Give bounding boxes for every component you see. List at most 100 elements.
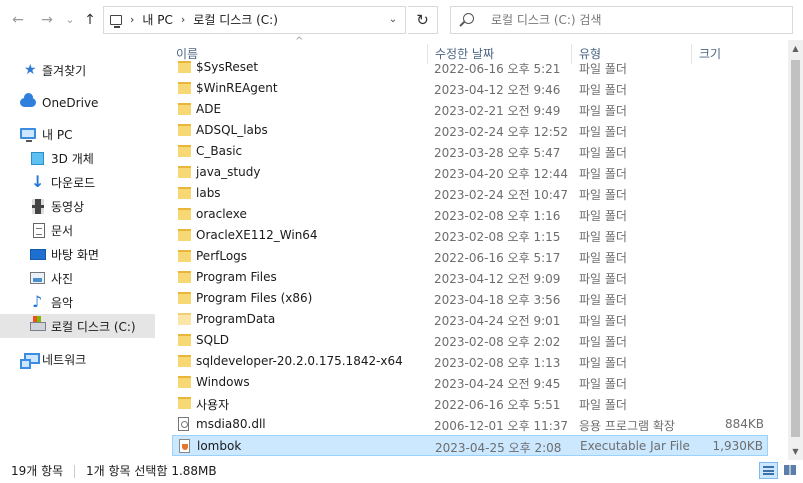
file-type: 파일 폴더 xyxy=(579,335,627,349)
forward-arrow-icon: → xyxy=(41,12,53,28)
file-row[interactable]: $WinREAgent 2023-04-12 오전 9:46 파일 폴더 xyxy=(172,78,768,99)
breadcrumb-item-drive[interactable]: 로컬 디스크 (C:) xyxy=(193,7,278,33)
file-name: C_Basic xyxy=(196,144,243,158)
scroll-up-icon[interactable]: ▲ xyxy=(788,40,803,57)
file-row-selected[interactable]: lombok 2023-04-25 오후 2:08 Executable Jar F… xyxy=(172,435,768,456)
file-name: java_study xyxy=(196,165,261,179)
file-date: 2023-03-28 오후 5:47 xyxy=(434,146,561,160)
sidebar-item-this-pc[interactable]: 내 PC xyxy=(0,122,155,146)
file-date: 2022-06-16 오후 5:21 xyxy=(434,62,561,76)
file-row[interactable]: PerfLogs 2022-06-16 오후 5:17 파일 폴더 xyxy=(172,246,768,267)
file-row[interactable]: OracleXE112_Win64 2023-02-08 오후 1:15 파일 폴더 xyxy=(172,225,768,246)
file-date: 2023-04-25 오후 2:08 xyxy=(435,441,562,455)
file-size: 1,930KB xyxy=(712,439,763,453)
back-arrow-icon: ← xyxy=(12,12,24,28)
folder-icon xyxy=(178,61,191,73)
file-date: 2023-02-08 오후 1:15 xyxy=(434,230,561,244)
file-date: 2023-02-08 오후 1:13 xyxy=(434,356,561,370)
vertical-scrollbar[interactable]: ▲ ▼ xyxy=(788,40,803,460)
file-row[interactable]: C_Basic 2023-03-28 오후 5:47 파일 폴더 xyxy=(172,141,768,162)
file-row[interactable]: oraclexe 2023-02-08 오후 1:16 파일 폴더 xyxy=(172,204,768,225)
sort-ascending-icon: ^ xyxy=(295,36,304,47)
file-type: 파일 폴더 xyxy=(579,377,627,391)
file-type: 파일 폴더 xyxy=(579,293,627,307)
picture-icon xyxy=(30,272,45,284)
details-view-button[interactable] xyxy=(759,462,778,479)
file-name: $SysReset xyxy=(196,60,259,74)
refresh-button[interactable]: ↻ xyxy=(408,6,438,34)
address-dropdown-button[interactable]: ⌄ xyxy=(381,7,405,33)
address-bar[interactable]: › 내 PC › 로컬 디스크 (C:) xyxy=(103,6,406,34)
file-row[interactable]: Program Files (x86) 2023-04-18 오후 3:56 파일 … xyxy=(172,288,768,309)
search-placeholder: 로컬 디스크 (C:) 검색 xyxy=(491,13,602,27)
file-row[interactable]: Program Files 2023-04-12 오전 9:09 파일 폴더 xyxy=(172,267,768,288)
sidebar-item-3d-objects[interactable]: 3D 개체 xyxy=(0,146,155,170)
file-date: 2023-02-24 오전 10:47 xyxy=(434,188,569,202)
breadcrumb-separator-icon: › xyxy=(180,13,186,26)
file-row[interactable]: labs 2023-02-24 오전 10:47 파일 폴더 xyxy=(172,183,768,204)
file-row[interactable]: msdia80.dll 2006-12-01 오후 11:37 응용 프로그램 확장… xyxy=(172,414,768,435)
navigation-pane: ★ 즐겨찾기 OneDrive 내 PC 3D 개체 ↓ 다운로드 동영상 문서… xyxy=(0,40,158,460)
sidebar-item-videos[interactable]: 동영상 xyxy=(0,194,155,218)
file-row[interactable]: ADE 2023-02-21 오전 9:49 파일 폴더 xyxy=(172,99,768,120)
file-row[interactable]: ProgramData 2023-04-24 오전 9:01 파일 폴더 xyxy=(172,309,768,330)
file-date: 2023-04-12 오전 9:46 xyxy=(434,83,561,97)
search-icon xyxy=(463,13,474,24)
file-name: labs xyxy=(196,186,221,200)
file-row[interactable]: java_study 2023-04-20 오후 12:44 파일 폴더 xyxy=(172,162,768,183)
file-row[interactable]: Windows 2023-04-24 오전 9:45 파일 폴더 xyxy=(172,372,768,393)
file-name: oraclexe xyxy=(196,207,247,221)
recent-locations-button[interactable]: ⌄ xyxy=(60,10,80,30)
cube-icon xyxy=(31,152,44,165)
dll-file-icon xyxy=(178,417,189,431)
file-type: 파일 폴더 xyxy=(579,125,627,139)
status-divider xyxy=(74,465,75,478)
drive-icon xyxy=(30,316,46,331)
sidebar-item-label: 다운로드 xyxy=(51,175,96,190)
back-button[interactable]: ← xyxy=(8,10,28,30)
folder-icon xyxy=(178,292,191,304)
network-icon xyxy=(20,353,40,369)
sidebar-item-downloads[interactable]: ↓ 다운로드 xyxy=(0,170,155,194)
large-icons-view-icon xyxy=(784,465,796,475)
folder-icon xyxy=(178,82,191,94)
sidebar-item-network[interactable]: 네트워크 xyxy=(0,347,155,371)
search-box[interactable]: 로컬 디스크 (C:) 검색 xyxy=(450,6,793,34)
file-type: 파일 폴더 xyxy=(579,272,627,286)
file-row[interactable]: sqldeveloper-20.2.0.175.1842-x64 2023-02-… xyxy=(172,351,768,372)
file-row[interactable]: 사용자 2022-06-16 오후 5:51 파일 폴더 xyxy=(172,393,768,414)
desktop-icon xyxy=(30,249,46,260)
scroll-down-icon[interactable]: ▼ xyxy=(788,443,803,460)
file-row[interactable]: $SysReset 2022-06-16 오후 5:21 파일 폴더 xyxy=(172,58,768,78)
scrollbar-thumb[interactable] xyxy=(791,60,800,437)
sidebar-item-pictures[interactable]: 사진 xyxy=(0,266,155,290)
pc-icon xyxy=(110,15,122,28)
file-row[interactable]: SQLD 2023-02-08 오후 2:02 파일 폴더 xyxy=(172,330,768,351)
sidebar-item-onedrive[interactable]: OneDrive xyxy=(0,91,155,115)
sidebar-item-local-disk[interactable]: 로컬 디스크 (C:) xyxy=(0,314,155,338)
sidebar-item-label: 바탕 화면 xyxy=(51,247,99,262)
folder-icon xyxy=(178,376,191,388)
folder-icon xyxy=(178,103,191,115)
sidebar-item-label: 즐겨찾기 xyxy=(42,63,87,78)
folder-icon xyxy=(178,145,191,157)
file-type: 파일 폴더 xyxy=(579,104,627,118)
breadcrumb-item-pc[interactable]: 내 PC xyxy=(142,7,172,33)
file-date: 2023-02-08 오후 2:02 xyxy=(434,335,561,349)
up-button[interactable]: ↑ xyxy=(80,10,100,30)
sidebar-item-music[interactable]: ♪ 음악 xyxy=(0,290,155,314)
file-row[interactable]: ADSQL_labs 2023-02-24 오후 12:52 파일 폴더 xyxy=(172,120,768,141)
cloud-icon xyxy=(20,93,36,107)
file-name: ADE xyxy=(196,102,222,116)
file-date: 2023-02-24 오후 12:52 xyxy=(434,125,569,139)
large-icons-view-button[interactable] xyxy=(781,462,800,479)
sidebar-item-desktop[interactable]: 바탕 화면 xyxy=(0,242,155,266)
sidebar-item-quick-access[interactable]: ★ 즐겨찾기 xyxy=(0,58,155,82)
file-name: ProgramData xyxy=(196,312,276,326)
up-arrow-icon: ↑ xyxy=(84,12,96,28)
music-icon: ♪ xyxy=(32,292,43,311)
sidebar-item-label: 네트워크 xyxy=(42,352,87,367)
forward-button[interactable]: → xyxy=(37,10,57,30)
file-name: Program Files (x86) xyxy=(196,291,313,305)
sidebar-item-documents[interactable]: 문서 xyxy=(0,218,155,242)
